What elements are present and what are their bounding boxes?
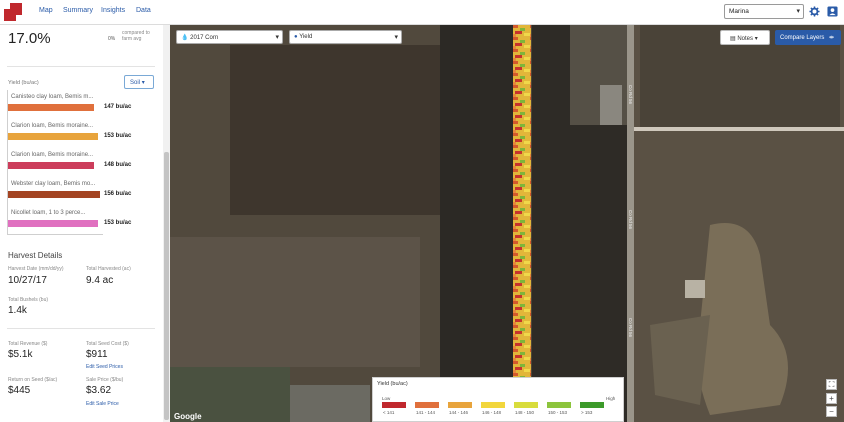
sale-price-value: $3.62 — [86, 385, 112, 396]
chevron-down-icon: ▾ — [141, 80, 145, 86]
fullscreen-icon[interactable]: ⛶ — [826, 379, 837, 390]
soil-yield-value: 148 bu/ac — [104, 162, 132, 168]
soil-yield-bar[interactable] — [8, 220, 98, 227]
user-account-icon[interactable] — [827, 6, 838, 17]
yield-percent-value: 17.0% — [8, 30, 51, 47]
chevron-down-icon: ▾ — [275, 34, 279, 41]
soil-yield-value: 156 bu/ac — [104, 191, 132, 197]
return-on-seed-label: Return on Seed ($/ac) — [8, 377, 58, 383]
user-select[interactable]: Marina ▾ — [724, 4, 804, 19]
total-revenue-label: Total Revenue ($) — [8, 341, 48, 347]
soil-yield-bar[interactable] — [8, 162, 94, 169]
notes-icon: ▤ — [730, 36, 736, 42]
layer-dropdown[interactable]: ● Yield ▾ — [289, 30, 402, 44]
soil-yield-value: 153 bu/ac — [104, 133, 132, 139]
harvest-details-title: Harvest Details — [8, 251, 63, 260]
yield-section-label: Yield (bu/ac) — [8, 80, 39, 86]
legend-swatch — [382, 402, 406, 408]
legend-bin-label: > 153 — [581, 410, 593, 415]
compare-layers-label: Compare Layers — [780, 35, 825, 41]
top-nav-bar: Map Summary Insights Data Marina ▾ — [0, 0, 844, 25]
gear-icon[interactable] — [809, 6, 820, 17]
soil-yield-bar[interactable] — [8, 191, 100, 198]
soil-yield-bar[interactable] — [8, 133, 98, 140]
notes-button[interactable]: ▤ Notes ▾ — [720, 30, 770, 45]
notes-button-label: Notes — [737, 36, 754, 42]
legend-bin-label: 148 - 150 — [515, 410, 535, 415]
yield-legend: Yield (bu/ac) Low High < 141 141 - 144 144… — [372, 377, 624, 422]
soil-dropdown-label: Soil — [130, 80, 141, 86]
total-bushels-value: 1.4k — [8, 305, 27, 316]
road-label: Co Rd 56 — [628, 85, 633, 105]
section-divider — [7, 66, 155, 67]
legend-low-label: Low — [382, 396, 391, 401]
panel-scrollbar-thumb[interactable] — [164, 152, 169, 420]
soil-type-label: Clarion loam, Bemis moraine... — [11, 152, 94, 158]
google-attribution: Google — [174, 412, 202, 421]
legend-swatch — [448, 402, 472, 408]
legend-swatch — [415, 402, 439, 408]
legend-swatch — [547, 402, 571, 408]
compare-layers-button[interactable]: Compare Layers ⇹ — [775, 30, 841, 45]
soil-dropdown-button[interactable]: Soil ▾ — [124, 75, 154, 89]
legend-high-label: High — [606, 396, 616, 401]
total-revenue-value: $5.1k — [8, 349, 33, 360]
legend-swatch — [580, 402, 604, 408]
legend-bin-label: 150 - 153 — [548, 410, 568, 415]
zoom-out-button[interactable]: − — [826, 406, 837, 417]
soil-type-label: Webster clay loam, Bemis mo... — [11, 181, 96, 187]
legend-title: Yield (bu/ac) — [377, 381, 408, 387]
sale-price-label: Sale Price ($/bu) — [86, 377, 124, 383]
return-on-seed-value: $445 — [8, 385, 31, 396]
total-harvested-value: 9.4 ac — [86, 275, 114, 286]
satellite-imagery — [170, 25, 844, 422]
soil-type-label: Canisteo clay loam, Bemis m... — [11, 94, 94, 100]
road-label: Co Rd 56 — [628, 210, 633, 230]
nav-link-data[interactable]: Data — [136, 7, 151, 14]
chevron-down-icon: ▾ — [394, 34, 398, 41]
layer-icon: ● — [294, 34, 298, 40]
legend-bin-label: 141 - 144 — [416, 410, 436, 415]
harvest-date-value: 10/27/17 — [8, 275, 47, 286]
soil-yield-bar[interactable] — [8, 104, 94, 111]
total-seed-cost-label: Total Seed Cost ($) — [86, 341, 129, 347]
drop-icon: 💧 — [181, 35, 189, 41]
season-dropdown[interactable]: 💧 2017 Corn ▾ — [176, 30, 283, 44]
soil-yield-value: 147 bu/ac — [104, 104, 132, 110]
percent-comparison-value: 0% — [108, 36, 116, 42]
layer-dropdown-value: Yield — [299, 34, 313, 40]
satellite-map[interactable]: Co Rd 56 Co Rd 56 Co Rd 56 — [170, 25, 844, 422]
section-divider — [7, 328, 155, 329]
nav-link-summary[interactable]: Summary — [63, 7, 93, 14]
chevron-down-icon: ▾ — [796, 8, 800, 15]
nav-link-insights[interactable]: Insights — [101, 7, 125, 14]
edit-sale-price-link[interactable]: Edit Sale Price — [86, 401, 119, 407]
legend-bin-label: 144 - 146 — [449, 410, 469, 415]
soil-type-label: Nicollet loam, 1 to 3 perce... — [11, 210, 86, 216]
road-label: Co Rd 56 — [628, 318, 633, 338]
total-harvested-label: Total Harvested (ac) — [86, 266, 131, 272]
edit-seed-prices-link[interactable]: Edit Seed Prices — [86, 364, 123, 370]
legend-swatch — [514, 402, 538, 408]
nav-link-map[interactable]: Map — [39, 7, 53, 14]
soil-yield-value: 153 bu/ac — [104, 220, 132, 226]
chevron-down-icon: ▾ — [754, 36, 758, 42]
legend-swatch — [481, 402, 505, 408]
soil-type-label: Clarion loam, Bemis moraine... — [11, 123, 94, 129]
percent-comparison-note: compared to farm avg — [122, 30, 150, 42]
harvest-date-label: Harvest Date (mm/dd/yy) — [8, 266, 64, 272]
season-dropdown-value: 2017 Corn — [190, 35, 219, 41]
legend-bin-label: 146 - 148 — [482, 410, 502, 415]
zoom-in-button[interactable]: + — [826, 393, 837, 404]
compare-arrows-icon: ⇹ — [829, 35, 835, 41]
app-logo[interactable] — [4, 3, 22, 21]
user-select-value: Marina — [729, 8, 749, 15]
total-bushels-label: Total Bushels (bu) — [8, 297, 49, 303]
total-seed-cost-value: $911 — [86, 349, 108, 360]
legend-bin-label: < 141 — [383, 410, 395, 415]
